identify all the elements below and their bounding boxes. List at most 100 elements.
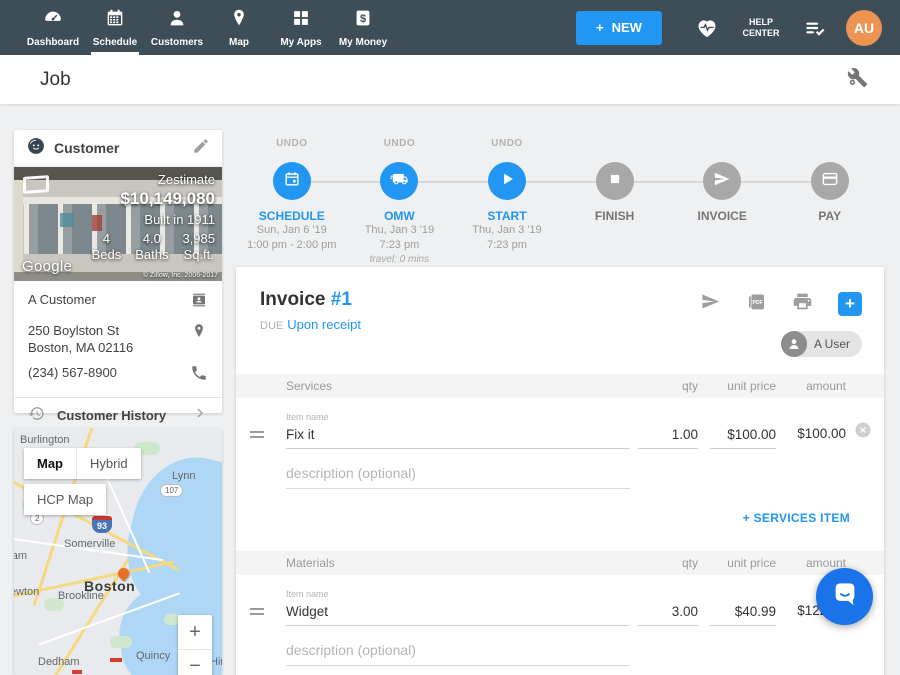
customer-face-icon [26,136,46,161]
map-layer-buttons: Map Hybrid HCP Map [24,448,141,515]
undo-schedule-button[interactable]: UNDO [276,138,307,154]
step-label: FINISH [595,209,634,223]
nav-item-my-money[interactable]: $ My Money [332,0,394,55]
map-label: Brookline [58,590,104,602]
service-item-row: Item name Fix it 1.00 $100.00 $100.00 [236,398,884,449]
assigned-user-chip[interactable]: A User [781,331,862,357]
sqft-value: 3,985 [182,231,215,246]
customer-card: Customer Zestimate $10,149,080 Built in … [14,130,222,413]
timeline-step-schedule: UNDO SCHEDULE Sun, Jan 6 '19 1:00 pm - 2… [238,138,346,265]
customer-name: A Customer [28,291,182,308]
svg-text:$: $ [360,13,366,25]
user-avatar-icon [781,331,807,357]
customer-card-title: Customer [54,140,119,156]
nav-item-my-apps[interactable]: My Apps [270,0,332,55]
schedule-step-button[interactable] [273,162,311,200]
description-input[interactable]: description (optional) [286,465,630,489]
map-zoom-control: + − [178,615,212,675]
unit-price-input[interactable]: $100.00 [710,427,776,449]
sqft-label: Sq.ft. [182,247,215,262]
help-center-link[interactable]: HELP CENTER [738,17,784,39]
property-photo[interactable]: Zestimate $10,149,080 Built in 1911 4Bed… [14,167,222,281]
step-label: OMW [384,209,415,223]
nav-label: Dashboard [27,37,79,48]
step-label: INVOICE [698,209,747,223]
step-label: START [487,209,526,223]
description-row: description (optional) [236,626,884,666]
pay-step-button[interactable] [811,162,849,200]
map-park [110,636,132,648]
timeline-step-omw: UNDO OMW Thu, Jan 3 '19 7:23 pm travel: … [346,138,454,265]
address-line1: 250 Boylston St [28,323,119,338]
item-name-input[interactable]: Fix it [286,427,630,449]
user-avatar[interactable]: AU [846,10,882,46]
unit-price-input[interactable]: $40.99 [710,604,776,626]
qty-input[interactable]: 3.00 [638,604,698,626]
nav-label: My Money [339,37,387,48]
invoice-step-button[interactable] [703,162,741,200]
nav-item-customers[interactable]: Customers [146,0,208,55]
step-time: 1:00 pm - 2:00 pm [247,238,336,253]
invoice-actions: PDF + [700,291,862,317]
start-step-button[interactable] [488,162,526,200]
property-stats: 4Beds 4.0Baths 3,985Sq.ft. [92,231,215,262]
phone-icon[interactable] [182,364,208,387]
undo-omw-button[interactable]: UNDO [384,138,415,154]
health-heart-icon[interactable] [694,15,720,41]
zoom-out-button[interactable]: − [178,649,212,675]
drag-handle[interactable] [250,419,276,449]
add-icon[interactable]: + [838,292,862,316]
invoice-card: Invoice #1 DUEUpon receipt PDF + A User … [236,267,884,675]
due-value-link[interactable]: Upon receipt [287,317,361,332]
map-label: Waltham [14,550,27,562]
section-name: Services [286,379,630,393]
nav-item-dashboard[interactable]: Dashboard [22,0,84,55]
calendar-icon [282,169,302,194]
hybrid-type-button[interactable]: Hybrid [76,448,141,479]
new-button[interactable]: + NEW [576,11,662,45]
finish-step-button[interactable] [596,162,634,200]
send-icon [712,169,732,194]
zoom-in-button[interactable]: + [178,615,212,649]
photo-detail [60,213,74,227]
job-settings-button[interactable] [847,67,868,93]
remove-item-button[interactable] [854,421,872,444]
travel-time: travel: 0 mins [370,254,429,265]
job-timeline: UNDO SCHEDULE Sun, Jan 6 '19 1:00 pm - 2… [238,138,884,253]
hcp-map-button[interactable]: HCP Map [24,484,106,515]
route-shield: 107 [160,484,183,497]
send-icon[interactable] [700,291,721,317]
timeline-step-invoice: INVOICE [668,138,776,265]
qty-input[interactable]: 1.00 [638,427,698,449]
location-pin-icon[interactable] [182,322,208,345]
edit-customer-button[interactable] [192,137,210,160]
item-name-label: Item name [286,412,630,422]
tasks-icon[interactable] [802,15,828,41]
item-name-input[interactable]: Widget [286,604,630,626]
drag-handle[interactable] [250,596,276,626]
nav-item-map[interactable]: Map [208,0,270,55]
map-rail [110,658,122,662]
timeline-step-start: UNDO START Thu, Jan 3 '19 7:23 pm [453,138,561,265]
contact-card-icon[interactable] [182,291,208,314]
services-section-header: Services qty unit price amount [236,374,884,398]
map-type-button[interactable]: Map [24,448,76,479]
interstate-93-shield: 93 [92,516,112,533]
zestimate-overlay: Zestimate $10,149,080 Built in 1911 4Bed… [92,172,215,262]
undo-start-button[interactable]: UNDO [491,138,522,154]
print-icon[interactable] [792,291,813,317]
map-label: Lynn [172,470,195,482]
zestimate-value: $10,149,080 [92,189,215,209]
invoice-header: Invoice #1 DUEUpon receipt PDF + A User [236,267,884,374]
add-services-item-button[interactable]: + SERVICES ITEM [743,511,850,525]
description-input[interactable]: description (optional) [286,642,630,666]
map-card: Burlington Lynn Somerville Waltham Bosto… [14,428,222,675]
unit-price-column-header: unit price [710,556,776,570]
customer-name-row: A Customer [28,291,208,314]
nav-item-schedule[interactable]: Schedule [84,0,146,55]
pdf-icon[interactable]: PDF [746,291,767,317]
play-icon [497,169,517,194]
nav-label: Map [229,37,249,48]
omw-step-button[interactable] [380,162,418,200]
chat-widget-button[interactable] [816,568,873,625]
